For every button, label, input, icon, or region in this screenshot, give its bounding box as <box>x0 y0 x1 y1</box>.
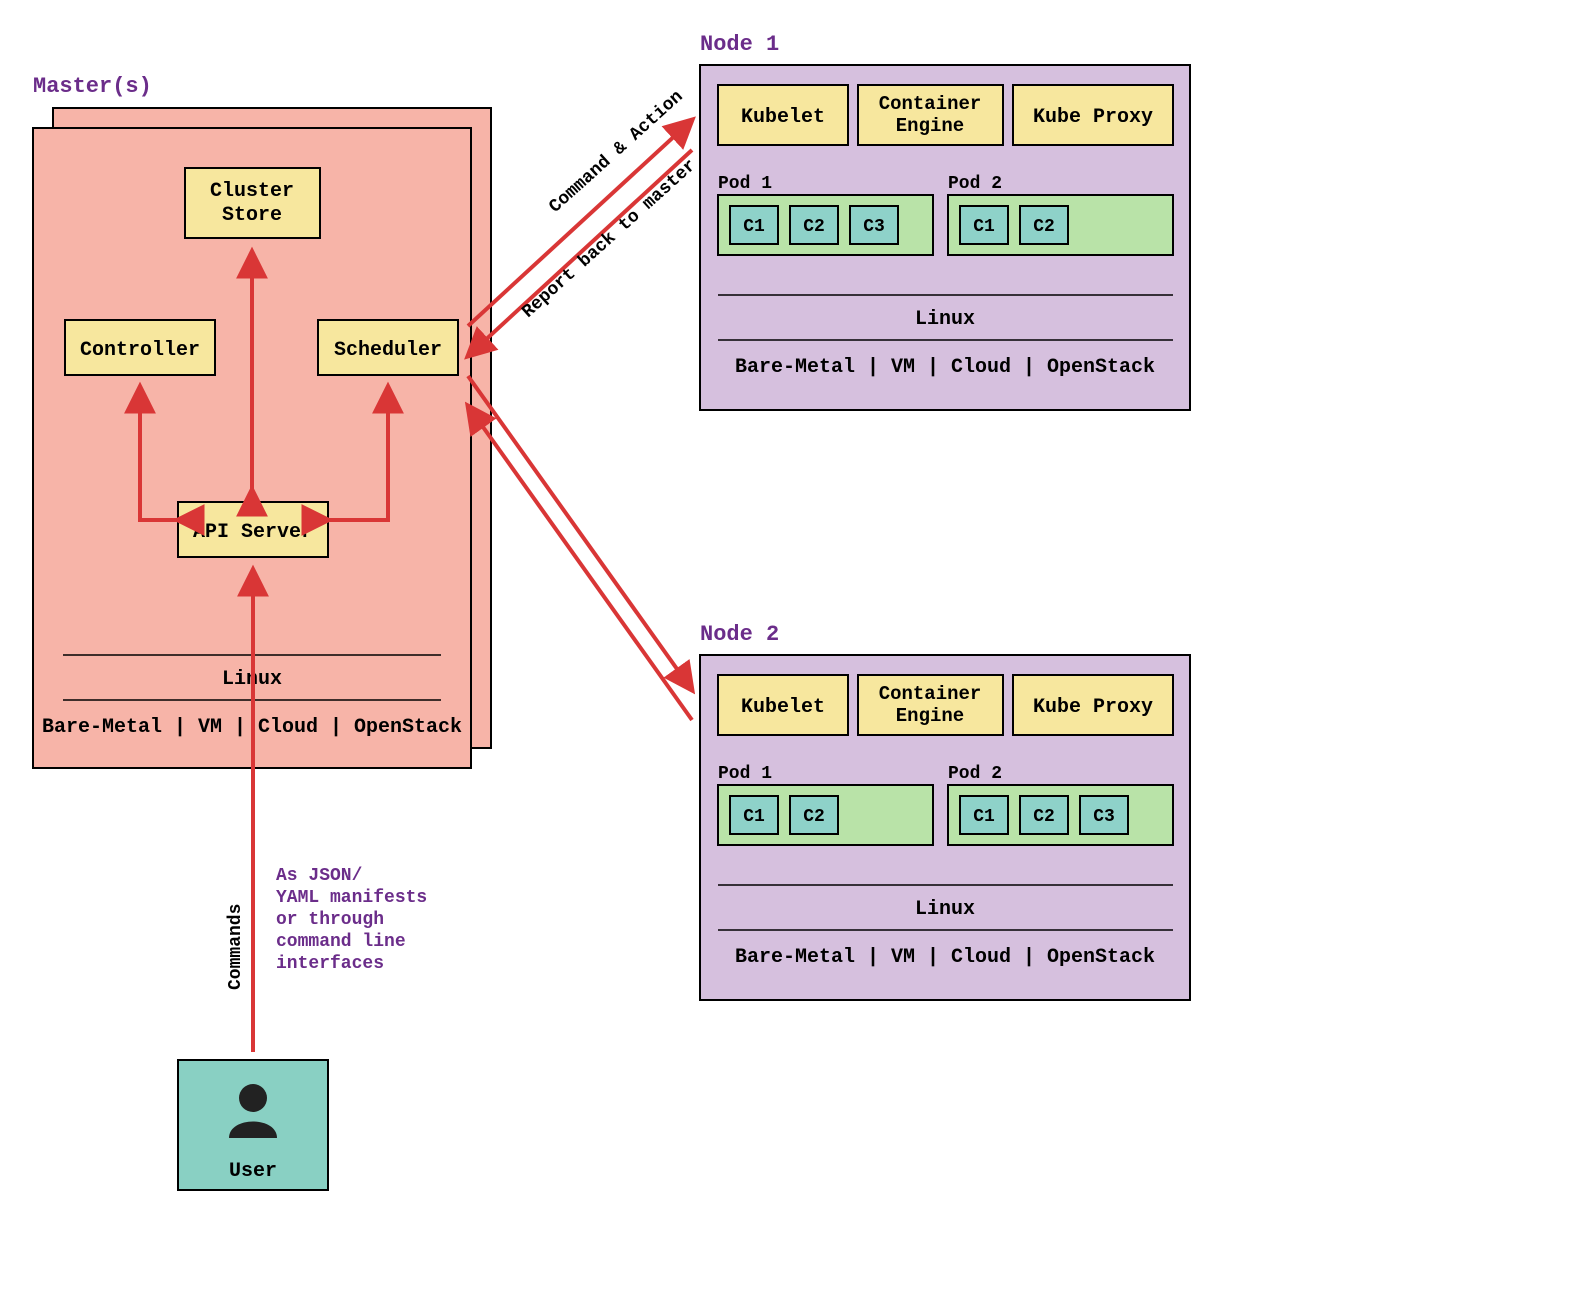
node2-title: Node 2 <box>700 622 779 647</box>
user-note-l5: interfaces <box>276 954 384 974</box>
node2-pod1-title: Pod 1 <box>718 764 772 784</box>
node1-title: Node 1 <box>700 32 779 57</box>
node2-kp: Kube Proxy <box>1033 696 1153 719</box>
arrow-cmd-action <box>468 120 692 326</box>
node1-kp: Kube Proxy <box>1033 106 1153 129</box>
node1-pod2-title: Pod 2 <box>948 174 1002 194</box>
node2-kubelet: Kubelet <box>741 696 825 719</box>
user-note-l2: YAML manifests <box>276 888 427 908</box>
node1-pod1-c1-l: C1 <box>743 217 765 237</box>
arrow-from-node2 <box>468 406 692 720</box>
master-title: Master(s) <box>33 74 152 99</box>
node2-pod1-c2-l: C2 <box>803 807 825 827</box>
scheduler-label: Scheduler <box>334 339 442 362</box>
node1-pod1-title: Pod 1 <box>718 174 772 194</box>
node1-infra: Bare-Metal | VM | Cloud | OpenStack <box>735 356 1155 379</box>
node2-pod1-c1-l: C1 <box>743 807 765 827</box>
node2-infra: Bare-Metal | VM | Cloud | OpenStack <box>735 946 1155 969</box>
node1-pod1-c2-l: C2 <box>803 217 825 237</box>
node2-pod2-c3-l: C3 <box>1093 807 1115 827</box>
user-note-l3: or through <box>276 910 384 930</box>
api-server-label: API Server <box>193 521 313 544</box>
controller-label: Controller <box>80 339 200 362</box>
node2-pod2-title: Pod 2 <box>948 764 1002 784</box>
node1-pod2-c2-l: C2 <box>1033 217 1055 237</box>
node2-os: Linux <box>915 898 975 921</box>
user-note-l4: command line <box>276 932 406 952</box>
arrow-report-label: Report back to master <box>519 156 701 323</box>
node1-pod2-c1-l: C1 <box>973 217 995 237</box>
node2-ce-l2: Engine <box>896 705 964 727</box>
cluster-store-box <box>185 168 320 238</box>
arrow-commands-label: Commands <box>226 904 246 990</box>
node2-pod2-c1-l: C1 <box>973 807 995 827</box>
node1-kubelet: Kubelet <box>741 106 825 129</box>
node1-ce-l2: Engine <box>896 115 964 137</box>
node1-ce-l1: Container <box>879 93 982 115</box>
node2-pod2-c2-l: C2 <box>1033 807 1055 827</box>
user-note-l1: As JSON/ <box>276 866 362 886</box>
node1-os: Linux <box>915 308 975 331</box>
arrow-to-node2 <box>468 376 692 690</box>
cluster-store-l1: Cluster <box>210 180 294 203</box>
node1-pod1-c3-l: C3 <box>863 217 885 237</box>
node2-ce-l1: Container <box>879 683 982 705</box>
cluster-store-l2: Store <box>222 204 282 227</box>
user-label: User <box>229 1160 277 1183</box>
